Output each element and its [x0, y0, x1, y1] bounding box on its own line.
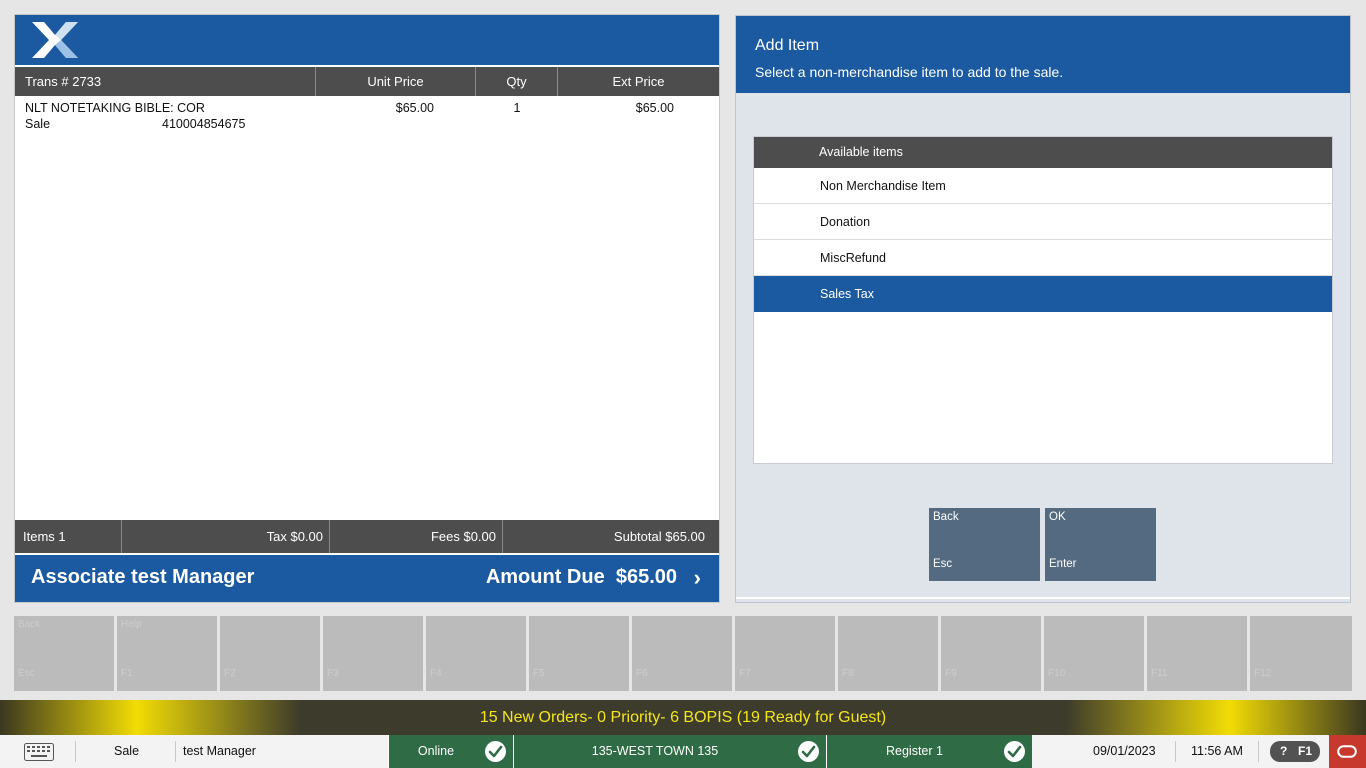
fkey-key: F12 — [1254, 668, 1272, 679]
tax-total: Tax $0.00 — [122, 520, 330, 553]
back-button-label: Back — [933, 511, 959, 523]
fkey-f12[interactable]: F12 — [1250, 616, 1352, 691]
oracle-logo — [1329, 735, 1366, 768]
fkey-label: Back — [18, 619, 41, 630]
store-status-label: 135-WEST TOWN 135 — [591, 744, 719, 758]
status-separator — [75, 741, 76, 762]
ok-button[interactable]: OK Enter — [1045, 508, 1156, 581]
fkey-key: F6 — [636, 668, 648, 679]
fkey-key: F4 — [430, 668, 442, 679]
fkey-f10[interactable]: F10 — [1044, 616, 1144, 691]
register-status: Register 1 — [826, 735, 1032, 768]
fkey-key: F10 — [1048, 668, 1066, 679]
help-button[interactable]: ? F1 — [1270, 741, 1320, 762]
available-items-list: Available items Non Merchandise Item Don… — [753, 136, 1333, 464]
items-count: Items 1 — [15, 520, 122, 553]
status-separator — [175, 741, 176, 762]
fkey-key: F3 — [327, 668, 339, 679]
orders-banner[interactable]: 15 New Orders- 0 Priority- 6 BOPIS (19 R… — [0, 700, 1366, 735]
fkey-f6[interactable]: F6 — [632, 616, 732, 691]
qty-header: Qty — [476, 67, 558, 96]
panel-divider — [736, 597, 1350, 599]
fkey-f11[interactable]: F11 — [1147, 616, 1247, 691]
ext-price-header: Ext Price — [612, 74, 665, 89]
amount-due: Amount Due $65.00 — [485, 566, 677, 588]
status-separator — [1258, 741, 1259, 762]
ok-button-label: OK — [1049, 511, 1066, 523]
fees-total: Fees $0.00 — [330, 520, 503, 553]
list-item-donation[interactable]: Donation — [754, 204, 1332, 240]
status-bar: Sale test Manager Online 135-WEST TOWN 1… — [0, 735, 1366, 768]
line-item-unit-price: $65.00 — [395, 101, 434, 115]
status-separator — [1175, 741, 1176, 762]
status-mode: Sale — [114, 744, 140, 758]
fkey-f8[interactable]: F8 — [838, 616, 938, 691]
line-item-qty: 1 — [513, 101, 521, 115]
fkey-key: F5 — [533, 668, 545, 679]
fkey-key: F11 — [1151, 668, 1168, 679]
check-circle-icon — [1004, 741, 1025, 762]
back-button-key: Esc — [933, 558, 953, 570]
back-button[interactable]: Back Esc — [929, 508, 1040, 581]
status-user: test Manager — [183, 744, 256, 758]
store-status: 135-WEST TOWN 135 — [513, 735, 826, 768]
add-item-panel: Add Item Select a non-merchandise item t… — [735, 15, 1351, 603]
fkey-f5[interactable]: F5 — [529, 616, 629, 691]
line-item-sku: 410004854675 — [162, 117, 246, 131]
amount-due-bar[interactable]: Associate test Manager Amount Due $65.00… — [15, 555, 719, 602]
fkey-key: F1 — [121, 668, 133, 679]
help-icon: ? — [1280, 744, 1288, 758]
totals-bar: Items 1 Tax $0.00 Fees $0.00 Subtotal $6… — [15, 520, 719, 553]
add-item-header: Add Item Select a non-merchandise item t… — [736, 16, 1350, 93]
ok-button-key: Enter — [1049, 558, 1077, 570]
check-circle-icon — [798, 741, 819, 762]
trans-number-header: Trans # 2733 — [15, 67, 316, 96]
transaction-header: Trans # 2733 Unit Price Qty Ext Price — [15, 65, 719, 96]
fkey-f4[interactable]: F4 — [426, 616, 526, 691]
add-item-subtitle: Select a non-merchandise item to add to … — [755, 64, 1064, 80]
line-item-description: NLT NOTETAKING BIBLE: COR — [25, 101, 205, 115]
status-date: 09/01/2023 — [1093, 744, 1156, 758]
available-items-header: Available items — [754, 137, 1332, 168]
associate-name: Associate test Manager — [31, 566, 255, 588]
transaction-panel: Trans # 2733 Unit Price Qty Ext Price NL… — [14, 14, 720, 603]
fkey-key: F2 — [224, 668, 236, 679]
line-item-type: Sale — [25, 117, 51, 131]
fkey-f9[interactable]: F9 — [941, 616, 1041, 691]
fkey-key: Esc — [18, 668, 35, 679]
fkey-f2[interactable]: F2 — [220, 616, 320, 691]
x-logo-icon — [32, 22, 78, 58]
help-key: F1 — [1298, 744, 1313, 758]
line-item[interactable]: NLT NOTETAKING BIBLE: COR Sale 410004854… — [15, 99, 719, 135]
logo-bar — [15, 15, 719, 65]
online-status: Online — [388, 735, 513, 768]
status-time: 11:56 AM — [1191, 744, 1243, 758]
subtotal: Subtotal $65.00 — [613, 529, 705, 544]
fkey-key: F7 — [739, 668, 751, 679]
fkey-esc[interactable]: Back Esc — [14, 616, 114, 691]
oracle-icon — [1337, 745, 1357, 758]
list-item-sales-tax[interactable]: Sales Tax — [754, 276, 1332, 312]
list-item-misc-refund[interactable]: MiscRefund — [754, 240, 1332, 276]
fkey-key: F9 — [945, 668, 957, 679]
fkey-key: F8 — [842, 668, 854, 679]
fkey-label: Help — [121, 619, 142, 630]
fkey-f3[interactable]: F3 — [323, 616, 423, 691]
register-status-label: Register 1 — [886, 744, 943, 758]
fkey-f7[interactable]: F7 — [735, 616, 835, 691]
trans-label: Trans # — [25, 74, 69, 89]
trans-number: 2733 — [72, 74, 102, 89]
unit-price-header: Unit Price — [316, 67, 476, 96]
keyboard-icon[interactable] — [24, 743, 54, 761]
chevron-right-icon: › — [693, 565, 701, 590]
list-item-non-merchandise[interactable]: Non Merchandise Item — [754, 168, 1332, 204]
check-circle-icon — [485, 741, 506, 762]
add-item-title: Add Item — [755, 37, 820, 54]
line-item-ext-price: $65.00 — [635, 101, 674, 115]
fkey-f1[interactable]: Help F1 — [117, 616, 217, 691]
